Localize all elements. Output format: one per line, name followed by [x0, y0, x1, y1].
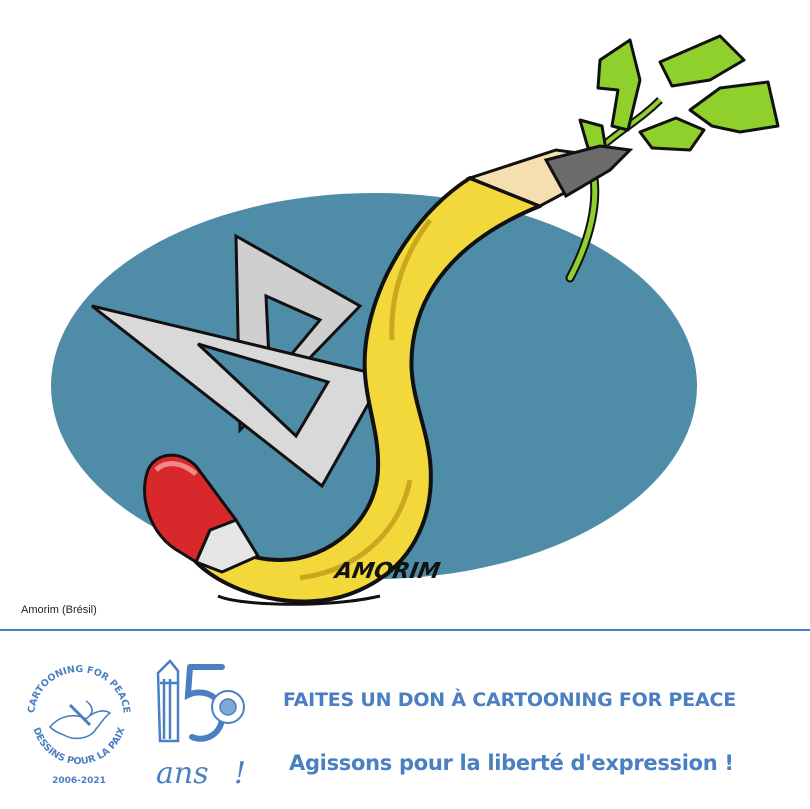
donate-headline[interactable]: FAITES UN DON À CARTOONING FOR PEACE: [283, 689, 736, 711]
anniversary-15-years-logo: ans !: [156, 659, 246, 791]
tagline: Agissons pour la liberté d'expression !: [289, 751, 734, 775]
pencil-one-icon: [156, 659, 180, 743]
cartooning-for-peace-logo[interactable]: CARTOONING FOR PEACE DESSINS POUR LA PAI…: [20, 655, 138, 789]
artist-signature: AMORIM: [331, 558, 442, 584]
cartoon-illustration: AMORIM: [51, 34, 780, 606]
image-credit: Amorim (Brésil): [21, 604, 97, 616]
dove-icon: [48, 700, 112, 740]
olive-leaves: [578, 34, 780, 152]
footer-banner: CARTOONING FOR PEACE DESSINS POUR LA PAI…: [0, 631, 810, 809]
anniversary-word: ans: [156, 756, 209, 791]
svg-text:CARTOONING FOR PEACE: CARTOONING FOR PEACE: [26, 664, 132, 714]
logo-top-text: CARTOONING FOR PEACE: [26, 664, 132, 714]
anniversary-mark: !: [234, 756, 246, 791]
logo-years: 2006-2021: [52, 776, 106, 786]
